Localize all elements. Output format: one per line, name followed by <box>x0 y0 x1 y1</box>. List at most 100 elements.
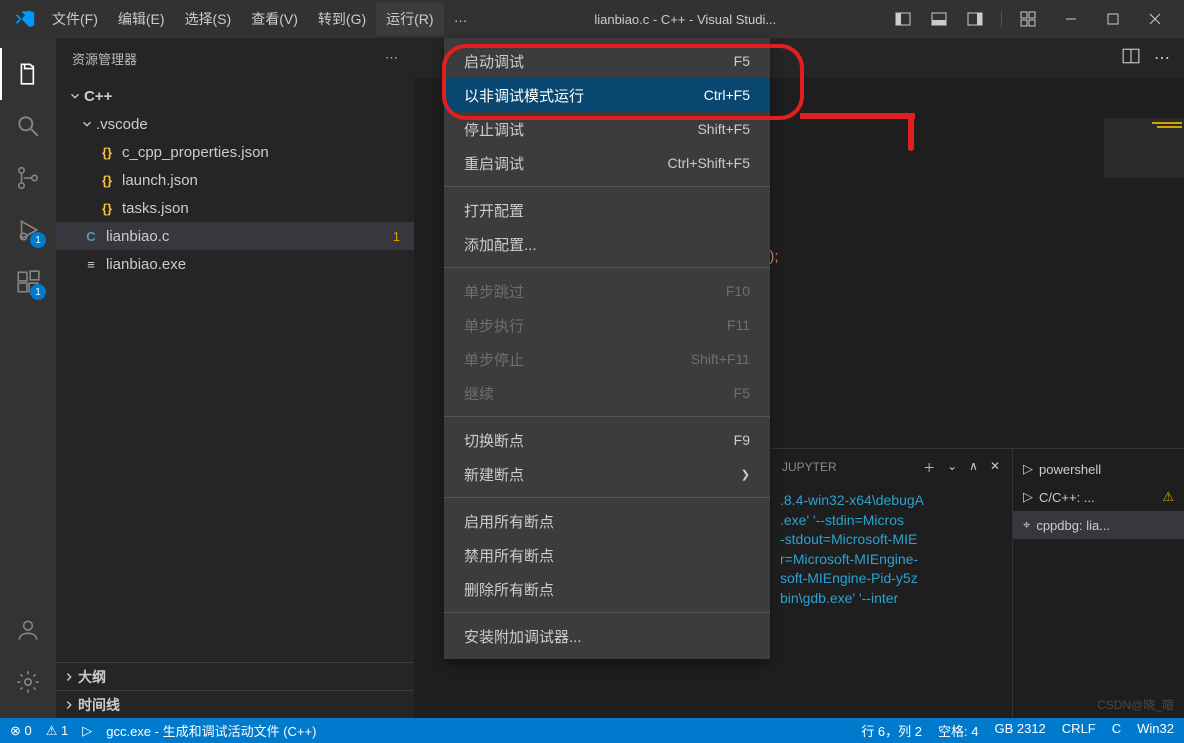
menu-item[interactable]: 删除所有断点 <box>444 572 770 606</box>
menu-item-label: 停止调试 <box>464 119 697 140</box>
tree-folder-vscode[interactable]: .vscode <box>56 110 414 138</box>
maximize-button[interactable] <box>1092 0 1134 38</box>
menu-item-label: 单步停止 <box>464 349 691 370</box>
tree-root[interactable]: C++ <box>56 82 414 110</box>
menu-edit[interactable]: 编辑(E) <box>108 3 175 35</box>
maximize-panel-icon[interactable]: ∧ <box>969 459 978 476</box>
menu-item[interactable]: 禁用所有断点 <box>444 538 770 572</box>
menu-item-label: 安装附加调试器... <box>464 626 750 647</box>
toggle-panel-right-icon[interactable] <box>965 9 985 29</box>
file-label: lianbiao.exe <box>106 256 414 273</box>
sidebar-more-icon[interactable]: ⋯ <box>385 50 398 66</box>
file-tree: C++ .vscode {}c_cpp_properties.json {}la… <box>56 78 414 662</box>
terminal-list: ▷powershell ▷C/C++: ...⚠ ⌖cppdbg: lia... <box>1012 449 1184 718</box>
menu-more[interactable]: … <box>444 3 478 35</box>
menu-item-shortcut: F5 <box>734 385 750 401</box>
close-button[interactable] <box>1134 0 1176 38</box>
menu-item[interactable]: 启动调试F5 <box>444 44 770 78</box>
menu-item-label: 单步跳过 <box>464 281 726 302</box>
terminal-item[interactable]: ▷powershell <box>1013 455 1184 483</box>
menu-item-label: 继续 <box>464 383 734 404</box>
terminal-line: .8.4-win32-x64\debugA <box>780 491 1002 511</box>
menu-selection[interactable]: 选择(S) <box>175 3 242 35</box>
file-label: launch.json <box>122 172 414 189</box>
modified-badge: 1 <box>393 229 400 244</box>
run-menu-dropdown: 启动调试F5以非调试模式运行Ctrl+F5停止调试Shift+F5重启调试Ctr… <box>444 38 770 659</box>
status-errors[interactable]: ⊗ 0 <box>10 723 32 739</box>
menu-item[interactable]: 停止调试Shift+F5 <box>444 112 770 146</box>
chevron-right-icon <box>62 698 76 712</box>
timeline-section[interactable]: 时间线 <box>56 690 414 718</box>
terminal-item[interactable]: ▷C/C++: ...⚠ <box>1013 483 1184 511</box>
customize-layout-icon[interactable] <box>1018 9 1038 29</box>
tree-file[interactable]: {}launch.json <box>56 166 414 194</box>
toggle-panel-left-icon[interactable] <box>893 9 913 29</box>
minimap[interactable] <box>1104 118 1184 178</box>
status-debug-config[interactable]: gcc.exe - 生成和调试活动文件 (C++) <box>106 721 316 740</box>
menu-separator <box>444 186 770 187</box>
vscode-logo-icon <box>14 8 36 30</box>
section-label: 时间线 <box>78 695 120 715</box>
c-file-icon: C <box>82 227 100 245</box>
menu-run[interactable]: 运行(R) <box>376 3 443 35</box>
accounts-icon[interactable] <box>0 604 56 656</box>
close-panel-icon[interactable]: ✕ <box>990 459 1000 476</box>
settings-icon[interactable] <box>0 656 56 708</box>
outline-section[interactable]: 大纲 <box>56 662 414 690</box>
menu-go[interactable]: 转到(G) <box>308 3 376 35</box>
json-icon: {} <box>98 199 116 217</box>
status-platform[interactable]: Win32 <box>1137 721 1174 740</box>
chevron-right-icon: ❯ <box>741 468 750 481</box>
panel-tabs: JUPYTER ＋ ⌄ ∧ ✕ <box>770 449 1012 485</box>
menu-item[interactable]: 打开配置 <box>444 193 770 227</box>
tree-file-active[interactable]: Clianbiao.c1 <box>56 222 414 250</box>
tree-file[interactable]: {}tasks.json <box>56 194 414 222</box>
menu-item-shortcut: Ctrl+F5 <box>704 87 750 103</box>
terminal-label: C/C++: ... <box>1039 490 1095 505</box>
terminal-item-active[interactable]: ⌖cppdbg: lia... <box>1013 511 1184 539</box>
new-terminal-icon[interactable]: ＋ <box>923 459 935 476</box>
status-debug-play[interactable]: ▷ <box>82 723 92 739</box>
tree-file[interactable]: {}c_cpp_properties.json <box>56 138 414 166</box>
status-position[interactable]: 行 6，列 2 <box>861 721 922 740</box>
menu-item[interactable]: 切换断点F9 <box>444 423 770 457</box>
menu-item[interactable]: 安装附加调试器... <box>444 619 770 653</box>
menu-item[interactable]: 重启调试Ctrl+Shift+F5 <box>444 146 770 180</box>
run-debug-icon[interactable]: 1 <box>0 204 56 256</box>
menu-item[interactable]: 以非调试模式运行Ctrl+F5 <box>444 78 770 112</box>
extensions-badge: 1 <box>30 284 46 300</box>
window-title: lianbiao.c - C++ - Visual Studi... <box>478 12 893 27</box>
toggle-panel-bottom-icon[interactable] <box>929 9 949 29</box>
status-warnings[interactable]: ⚠ 1 <box>46 723 69 739</box>
menu-separator <box>444 612 770 613</box>
tree-file[interactable]: ≡lianbiao.exe <box>56 250 414 278</box>
search-icon[interactable] <box>0 100 56 152</box>
chevron-down-icon <box>80 117 94 131</box>
status-encoding[interactable]: GB 2312 <box>994 721 1045 740</box>
menu-item[interactable]: 新建断点❯ <box>444 457 770 491</box>
menu-item-label: 单步执行 <box>464 315 727 336</box>
status-eol[interactable]: CRLF <box>1062 721 1096 740</box>
menu-file[interactable]: 文件(F) <box>42 3 108 35</box>
more-actions-icon[interactable]: ⋯ <box>1154 48 1170 68</box>
minimize-button[interactable] <box>1050 0 1092 38</box>
terminal-line: bin\gdb.exe' '--inter <box>780 589 1002 609</box>
status-lang[interactable]: C <box>1112 721 1121 740</box>
menu-item-label: 重启调试 <box>464 153 668 174</box>
explorer-icon[interactable] <box>0 48 56 100</box>
terminal-dropdown-icon[interactable]: ⌄ <box>947 459 957 476</box>
source-control-icon[interactable] <box>0 152 56 204</box>
status-indent[interactable]: 空格: 4 <box>938 721 978 740</box>
menu-item-shortcut: Shift+F11 <box>691 351 750 367</box>
split-editor-icon[interactable] <box>1122 47 1140 70</box>
terminal-label: powershell <box>1039 462 1101 477</box>
menu-separator <box>444 416 770 417</box>
tree-root-label: C++ <box>84 88 112 105</box>
terminal-output[interactable]: .8.4-win32-x64\debugA.exe' '--stdin=Micr… <box>770 485 1012 718</box>
json-icon: {} <box>98 143 116 161</box>
menu-view[interactable]: 查看(V) <box>241 3 308 35</box>
menu-item[interactable]: 添加配置... <box>444 227 770 261</box>
extensions-icon[interactable]: 1 <box>0 256 56 308</box>
menu-item[interactable]: 启用所有断点 <box>444 504 770 538</box>
panel-tab-jupyter[interactable]: JUPYTER <box>782 460 837 474</box>
